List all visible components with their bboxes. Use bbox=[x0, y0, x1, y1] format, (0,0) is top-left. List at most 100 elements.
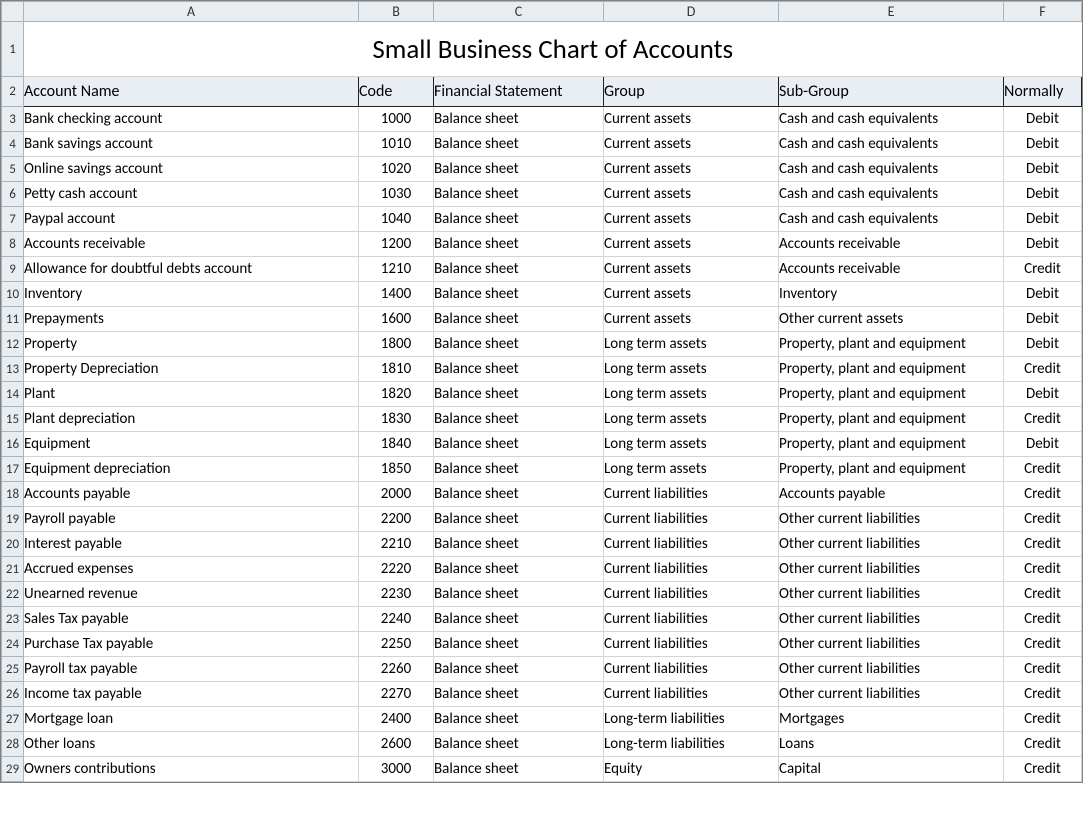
cell-code[interactable]: 1020 bbox=[359, 157, 434, 182]
cell-code[interactable]: 2270 bbox=[359, 682, 434, 707]
cell-code[interactable]: 1820 bbox=[359, 382, 434, 407]
cell-normally[interactable]: Credit bbox=[1004, 257, 1082, 282]
cell-code[interactable]: 1810 bbox=[359, 357, 434, 382]
cell-normally[interactable]: Credit bbox=[1004, 757, 1082, 782]
cell-normally[interactable]: Debit bbox=[1004, 157, 1082, 182]
cell-normally[interactable]: Debit bbox=[1004, 132, 1082, 157]
cell-group[interactable]: Current assets bbox=[604, 307, 779, 332]
cell-normally[interactable]: Credit bbox=[1004, 707, 1082, 732]
row-header[interactable]: 11 bbox=[2, 307, 24, 332]
row-header[interactable]: 17 bbox=[2, 457, 24, 482]
row-header[interactable]: 29 bbox=[2, 757, 24, 782]
cell-normally[interactable]: Debit bbox=[1004, 432, 1082, 457]
cell-sub-group[interactable]: Cash and cash equivalents bbox=[779, 157, 1004, 182]
cell-financial-statement[interactable]: Balance sheet bbox=[434, 582, 604, 607]
header-financial-statement[interactable]: Financial Statement bbox=[434, 77, 604, 107]
cell-account-name[interactable]: Property Depreciation bbox=[24, 357, 359, 382]
cell-group[interactable]: Current liabilities bbox=[604, 657, 779, 682]
cell-financial-statement[interactable]: Balance sheet bbox=[434, 182, 604, 207]
cell-account-name[interactable]: Petty cash account bbox=[24, 182, 359, 207]
cell-financial-statement[interactable]: Balance sheet bbox=[434, 557, 604, 582]
cell-code[interactable]: 2230 bbox=[359, 582, 434, 607]
cell-sub-group[interactable]: Property, plant and equipment bbox=[779, 357, 1004, 382]
cell-group[interactable]: Current liabilities bbox=[604, 507, 779, 532]
cell-code[interactable]: 1830 bbox=[359, 407, 434, 432]
cell-account-name[interactable]: Prepayments bbox=[24, 307, 359, 332]
cell-normally[interactable]: Debit bbox=[1004, 307, 1082, 332]
cell-code[interactable]: 1600 bbox=[359, 307, 434, 332]
cell-financial-statement[interactable]: Balance sheet bbox=[434, 507, 604, 532]
cell-account-name[interactable]: Accounts receivable bbox=[24, 232, 359, 257]
cell-group[interactable]: Current liabilities bbox=[604, 607, 779, 632]
row-header[interactable]: 19 bbox=[2, 507, 24, 532]
cell-financial-statement[interactable]: Balance sheet bbox=[434, 657, 604, 682]
cell-sub-group[interactable]: Capital bbox=[779, 757, 1004, 782]
row-header[interactable]: 20 bbox=[2, 532, 24, 557]
header-code[interactable]: Code bbox=[359, 77, 434, 107]
cell-normally[interactable]: Credit bbox=[1004, 482, 1082, 507]
cell-group[interactable]: Equity bbox=[604, 757, 779, 782]
cell-normally[interactable]: Debit bbox=[1004, 232, 1082, 257]
row-header[interactable]: 3 bbox=[2, 107, 24, 132]
cell-group[interactable]: Current assets bbox=[604, 232, 779, 257]
header-account-name[interactable]: Account Name bbox=[24, 77, 359, 107]
cell-normally[interactable]: Debit bbox=[1004, 332, 1082, 357]
cell-normally[interactable]: Credit bbox=[1004, 582, 1082, 607]
header-sub-group[interactable]: Sub-Group bbox=[779, 77, 1004, 107]
cell-sub-group[interactable]: Property, plant and equipment bbox=[779, 332, 1004, 357]
cell-sub-group[interactable]: Other current liabilities bbox=[779, 682, 1004, 707]
cell-account-name[interactable]: Property bbox=[24, 332, 359, 357]
row-header[interactable]: 8 bbox=[2, 232, 24, 257]
cell-code[interactable]: 3000 bbox=[359, 757, 434, 782]
cell-financial-statement[interactable]: Balance sheet bbox=[434, 482, 604, 507]
cell-normally[interactable]: Credit bbox=[1004, 357, 1082, 382]
cell-normally[interactable]: Debit bbox=[1004, 107, 1082, 132]
cell-normally[interactable]: Credit bbox=[1004, 682, 1082, 707]
cell-financial-statement[interactable]: Balance sheet bbox=[434, 757, 604, 782]
cell-sub-group[interactable]: Other current liabilities bbox=[779, 607, 1004, 632]
cell-normally[interactable]: Credit bbox=[1004, 632, 1082, 657]
cell-sub-group[interactable]: Inventory bbox=[779, 282, 1004, 307]
cell-account-name[interactable]: Unearned revenue bbox=[24, 582, 359, 607]
cell-account-name[interactable]: Allowance for doubtful debts account bbox=[24, 257, 359, 282]
cell-normally[interactable]: Credit bbox=[1004, 732, 1082, 757]
cell-sub-group[interactable]: Other current assets bbox=[779, 307, 1004, 332]
cell-code[interactable]: 2600 bbox=[359, 732, 434, 757]
column-header-A[interactable]: A bbox=[24, 2, 359, 22]
row-header[interactable]: 13 bbox=[2, 357, 24, 382]
cell-sub-group[interactable]: Accounts receivable bbox=[779, 232, 1004, 257]
cell-code[interactable]: 1000 bbox=[359, 107, 434, 132]
cell-sub-group[interactable]: Loans bbox=[779, 732, 1004, 757]
cell-account-name[interactable]: Accounts payable bbox=[24, 482, 359, 507]
cell-sub-group[interactable]: Accounts payable bbox=[779, 482, 1004, 507]
cell-code[interactable]: 2250 bbox=[359, 632, 434, 657]
cell-financial-statement[interactable]: Balance sheet bbox=[434, 682, 604, 707]
cell-code[interactable]: 2240 bbox=[359, 607, 434, 632]
cell-group[interactable]: Current assets bbox=[604, 157, 779, 182]
cell-financial-statement[interactable]: Balance sheet bbox=[434, 307, 604, 332]
cell-normally[interactable]: Credit bbox=[1004, 532, 1082, 557]
cell-code[interactable]: 1030 bbox=[359, 182, 434, 207]
cell-code[interactable]: 2400 bbox=[359, 707, 434, 732]
header-normally[interactable]: Normally bbox=[1004, 77, 1082, 107]
row-header[interactable]: 24 bbox=[2, 632, 24, 657]
cell-group[interactable]: Current liabilities bbox=[604, 682, 779, 707]
cell-account-name[interactable]: Equipment depreciation bbox=[24, 457, 359, 482]
cell-sub-group[interactable]: Cash and cash equivalents bbox=[779, 107, 1004, 132]
cell-account-name[interactable]: Sales Tax payable bbox=[24, 607, 359, 632]
cell-financial-statement[interactable]: Balance sheet bbox=[434, 132, 604, 157]
column-header-E[interactable]: E bbox=[779, 2, 1004, 22]
cell-sub-group[interactable]: Property, plant and equipment bbox=[779, 432, 1004, 457]
row-header[interactable]: 14 bbox=[2, 382, 24, 407]
cell-account-name[interactable]: Plant bbox=[24, 382, 359, 407]
cell-financial-statement[interactable]: Balance sheet bbox=[434, 382, 604, 407]
row-header-1[interactable]: 1 bbox=[2, 22, 24, 77]
cell-sub-group[interactable]: Mortgages bbox=[779, 707, 1004, 732]
row-header[interactable]: 10 bbox=[2, 282, 24, 307]
cell-normally[interactable]: Credit bbox=[1004, 407, 1082, 432]
row-header[interactable]: 22 bbox=[2, 582, 24, 607]
row-header[interactable]: 27 bbox=[2, 707, 24, 732]
row-header[interactable]: 28 bbox=[2, 732, 24, 757]
cell-code[interactable]: 2210 bbox=[359, 532, 434, 557]
cell-account-name[interactable]: Paypal account bbox=[24, 207, 359, 232]
